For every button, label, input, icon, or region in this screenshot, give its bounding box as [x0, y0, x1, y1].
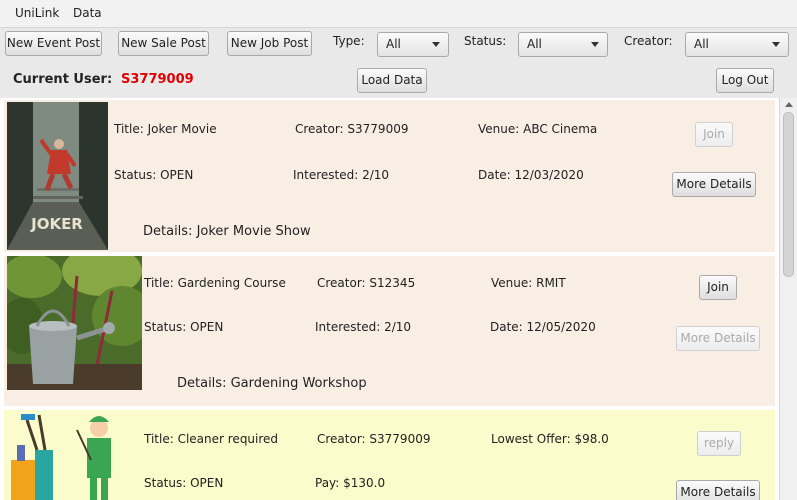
- menu-unilink[interactable]: UniLink: [15, 6, 59, 20]
- type-filter-select[interactable]: All: [377, 32, 449, 57]
- post-interested: Interested: 2/10: [293, 168, 390, 182]
- menu-bar: UniLink Data: [0, 0, 797, 28]
- status-filter-select[interactable]: All: [518, 32, 608, 57]
- scroll-up-arrow-icon[interactable]: [785, 102, 793, 107]
- current-user-id: S3779009: [121, 72, 194, 87]
- post-venue: Venue: ABC Cinema: [478, 122, 598, 136]
- more-details-button[interactable]: More Details: [672, 172, 756, 197]
- status-filter-value: All: [527, 37, 542, 51]
- new-sale-post-button[interactable]: New Sale Post: [118, 31, 209, 56]
- post-status: Status: OPEN: [114, 168, 194, 182]
- post-details: Details: Joker Movie Show: [143, 224, 311, 239]
- creator-filter-select[interactable]: All: [685, 32, 789, 57]
- gardening-image: [7, 256, 142, 390]
- post-creator: Creator: S3779009: [317, 432, 431, 446]
- creator-filter-value: All: [694, 37, 709, 51]
- joker-poster-image: JOKER: [7, 102, 108, 250]
- new-event-post-button[interactable]: New Event Post: [5, 31, 102, 56]
- type-filter-label: Type:: [333, 34, 365, 48]
- new-job-post-button[interactable]: New Job Post: [227, 31, 312, 56]
- post-date: Date: 12/05/2020: [490, 320, 596, 334]
- post-creator: Creator: S12345: [317, 276, 416, 290]
- chevron-down-icon: [432, 42, 440, 47]
- more-details-button[interactable]: More Details: [676, 480, 760, 500]
- post-list: JOKER Title: Joker Movie Creator: S37790…: [0, 98, 779, 500]
- post-status: Status: OPEN: [144, 476, 224, 490]
- chevron-down-icon: [772, 42, 780, 47]
- post-title: Title: Joker Movie: [114, 122, 217, 136]
- join-button[interactable]: Join: [695, 122, 733, 147]
- post-list-scrollbar[interactable]: [779, 98, 797, 500]
- post-venue: Venue: RMIT: [491, 276, 566, 290]
- cleaner-image: [7, 410, 117, 500]
- reply-button[interactable]: reply: [697, 431, 741, 456]
- current-user-label: Current User:: [13, 72, 113, 87]
- status-filter-label: Status:: [464, 34, 507, 48]
- scroll-thumb[interactable]: [783, 112, 794, 277]
- menu-data[interactable]: Data: [73, 6, 102, 20]
- load-data-button[interactable]: Load Data: [357, 68, 427, 93]
- post-title: Title: Cleaner required: [144, 432, 279, 446]
- post-card-event: Title: Gardening Course Creator: S12345 …: [4, 256, 775, 406]
- post-title: Title: Gardening Course: [144, 276, 286, 290]
- post-pay: Pay: $130.0: [315, 476, 386, 490]
- join-button[interactable]: Join: [699, 275, 737, 300]
- logout-button[interactable]: Log Out: [716, 68, 774, 93]
- post-card-job: Title: Cleaner required Creator: S377900…: [4, 410, 775, 500]
- post-details: Details: Gardening Workshop: [177, 376, 367, 391]
- chevron-down-icon: [591, 42, 599, 47]
- type-filter-value: All: [386, 37, 401, 51]
- post-date: Date: 12/03/2020: [478, 168, 584, 182]
- post-creator: Creator: S3779009: [295, 122, 409, 136]
- post-lowest-offer: Lowest Offer: $98.0: [491, 432, 609, 446]
- poster-title: JOKER: [30, 215, 83, 233]
- post-status: Status: OPEN: [144, 320, 224, 334]
- more-details-button[interactable]: More Details: [676, 326, 760, 351]
- creator-filter-label: Creator:: [624, 34, 673, 48]
- post-card-event: JOKER Title: Joker Movie Creator: S37790…: [4, 100, 775, 252]
- post-interested: Interested: 2/10: [315, 320, 412, 334]
